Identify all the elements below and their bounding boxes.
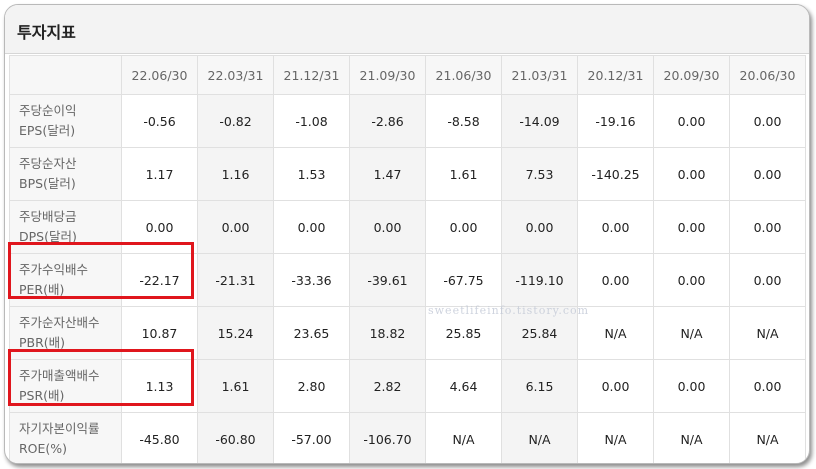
- table-cell: 0.00: [653, 253, 730, 307]
- table-row-roe: 자기자본이익률 ROE(%) -45.80 -60.80 -57.00 -106.…: [9, 412, 806, 463]
- column-header: 21.03/31: [501, 55, 578, 95]
- table-cell: -2.86: [349, 94, 426, 148]
- table-cell: 0.00: [577, 200, 654, 254]
- card-header: 투자지표: [5, 5, 809, 54]
- table-cell: 15.24: [197, 306, 274, 360]
- row-label: 주당순이익 EPS(달러): [9, 94, 122, 148]
- corner-cell: [9, 55, 122, 95]
- table-cell: -1.08: [273, 94, 350, 148]
- row-label-english: EPS(달러): [19, 123, 76, 138]
- column-header: 20.06/30: [729, 55, 806, 95]
- highlight-box-psr: [8, 349, 194, 406]
- table-cell: 0.00: [729, 253, 806, 307]
- table-cell: -45.80: [121, 412, 198, 463]
- table-cell: N/A: [501, 412, 578, 463]
- table-cell: 0.00: [501, 200, 578, 254]
- table-cell: 0.00: [349, 200, 426, 254]
- table-cell: 0.00: [577, 253, 654, 307]
- table-row-bps: 주당순자산 BPS(달러) 1.17 1.16 1.53 1.47 1.61 7.…: [9, 147, 806, 201]
- table-cell: -60.80: [197, 412, 274, 463]
- table-cell: -106.70: [349, 412, 426, 463]
- table-cell: N/A: [653, 412, 730, 463]
- row-label-english: BPS(달러): [19, 176, 76, 191]
- table-cell: 1.53: [273, 147, 350, 201]
- table-cell: N/A: [425, 412, 502, 463]
- column-header: 21.12/31: [273, 55, 350, 95]
- table-cell: 0.00: [425, 200, 502, 254]
- table-cell: -0.56: [121, 94, 198, 148]
- row-label-english: PBR(배): [19, 335, 66, 350]
- table-cell: 23.65: [273, 306, 350, 360]
- header-row: 22.06/30 22.03/31 21.12/31 21.09/30 21.0…: [9, 55, 806, 95]
- table-cell: -140.25: [577, 147, 654, 201]
- table-cell: N/A: [653, 306, 730, 360]
- table-cell: N/A: [729, 306, 806, 360]
- table-cell: 0.00: [653, 200, 730, 254]
- table-cell: 7.53: [501, 147, 578, 201]
- table-cell: 1.47: [349, 147, 426, 201]
- table-cell: 0.00: [577, 359, 654, 413]
- table-cell: 2.82: [349, 359, 426, 413]
- table-cell: -39.61: [349, 253, 426, 307]
- column-header: 22.06/30: [121, 55, 198, 95]
- table-cell: 0.00: [729, 200, 806, 254]
- table-cell: -33.36: [273, 253, 350, 307]
- column-header: 21.06/30: [425, 55, 502, 95]
- column-header: 20.09/30: [653, 55, 730, 95]
- table-cell: 1.61: [197, 359, 274, 413]
- table-cell: N/A: [729, 412, 806, 463]
- card-title: 투자지표: [17, 23, 76, 42]
- table-cell: 2.80: [273, 359, 350, 413]
- row-label-korean: 주당배당금: [19, 209, 77, 224]
- table-cell: 4.64: [425, 359, 502, 413]
- column-header: 22.03/31: [197, 55, 274, 95]
- row-label-english: ROE(%): [19, 441, 68, 456]
- table-cell: -119.10: [501, 253, 578, 307]
- table-cell: 0.00: [729, 94, 806, 148]
- table-cell: 0.00: [729, 147, 806, 201]
- table-cell: 0.00: [197, 200, 274, 254]
- table-cell: 0.00: [653, 147, 730, 201]
- table-cell: 0.00: [653, 359, 730, 413]
- table-cell: -21.31: [197, 253, 274, 307]
- row-label-korean: 주당순자산: [19, 156, 77, 171]
- table-cell: 0.00: [273, 200, 350, 254]
- table-cell: -67.75: [425, 253, 502, 307]
- table-cell: 1.17: [121, 147, 198, 201]
- table-cell: 6.15: [501, 359, 578, 413]
- highlight-box-per: [8, 242, 194, 299]
- row-label: 자기자본이익률 ROE(%): [9, 412, 122, 463]
- watermark-text: sweetlifeinfo.tistory.com: [428, 304, 590, 317]
- table-cell: 1.16: [197, 147, 274, 201]
- table-cell: 0.00: [729, 359, 806, 413]
- row-label-korean: 주당순이익: [19, 103, 77, 118]
- row-label-korean: 주가순자산배수: [19, 315, 100, 330]
- row-label-korean: 자기자본이익률: [19, 421, 100, 436]
- table-cell: N/A: [577, 412, 654, 463]
- table-cell: -14.09: [501, 94, 578, 148]
- table-row-eps: 주당순이익 EPS(달러) -0.56 -0.82 -1.08 -2.86 -8.…: [9, 94, 806, 148]
- table-cell: 0.00: [653, 94, 730, 148]
- column-header: 21.09/30: [349, 55, 426, 95]
- table-cell: -57.00: [273, 412, 350, 463]
- table-cell: 1.61: [425, 147, 502, 201]
- row-label: 주당순자산 BPS(달러): [9, 147, 122, 201]
- table-cell: -0.82: [197, 94, 274, 148]
- table-cell: 18.82: [349, 306, 426, 360]
- table-cell: -19.16: [577, 94, 654, 148]
- column-header: 20.12/31: [577, 55, 654, 95]
- table-cell: -8.58: [425, 94, 502, 148]
